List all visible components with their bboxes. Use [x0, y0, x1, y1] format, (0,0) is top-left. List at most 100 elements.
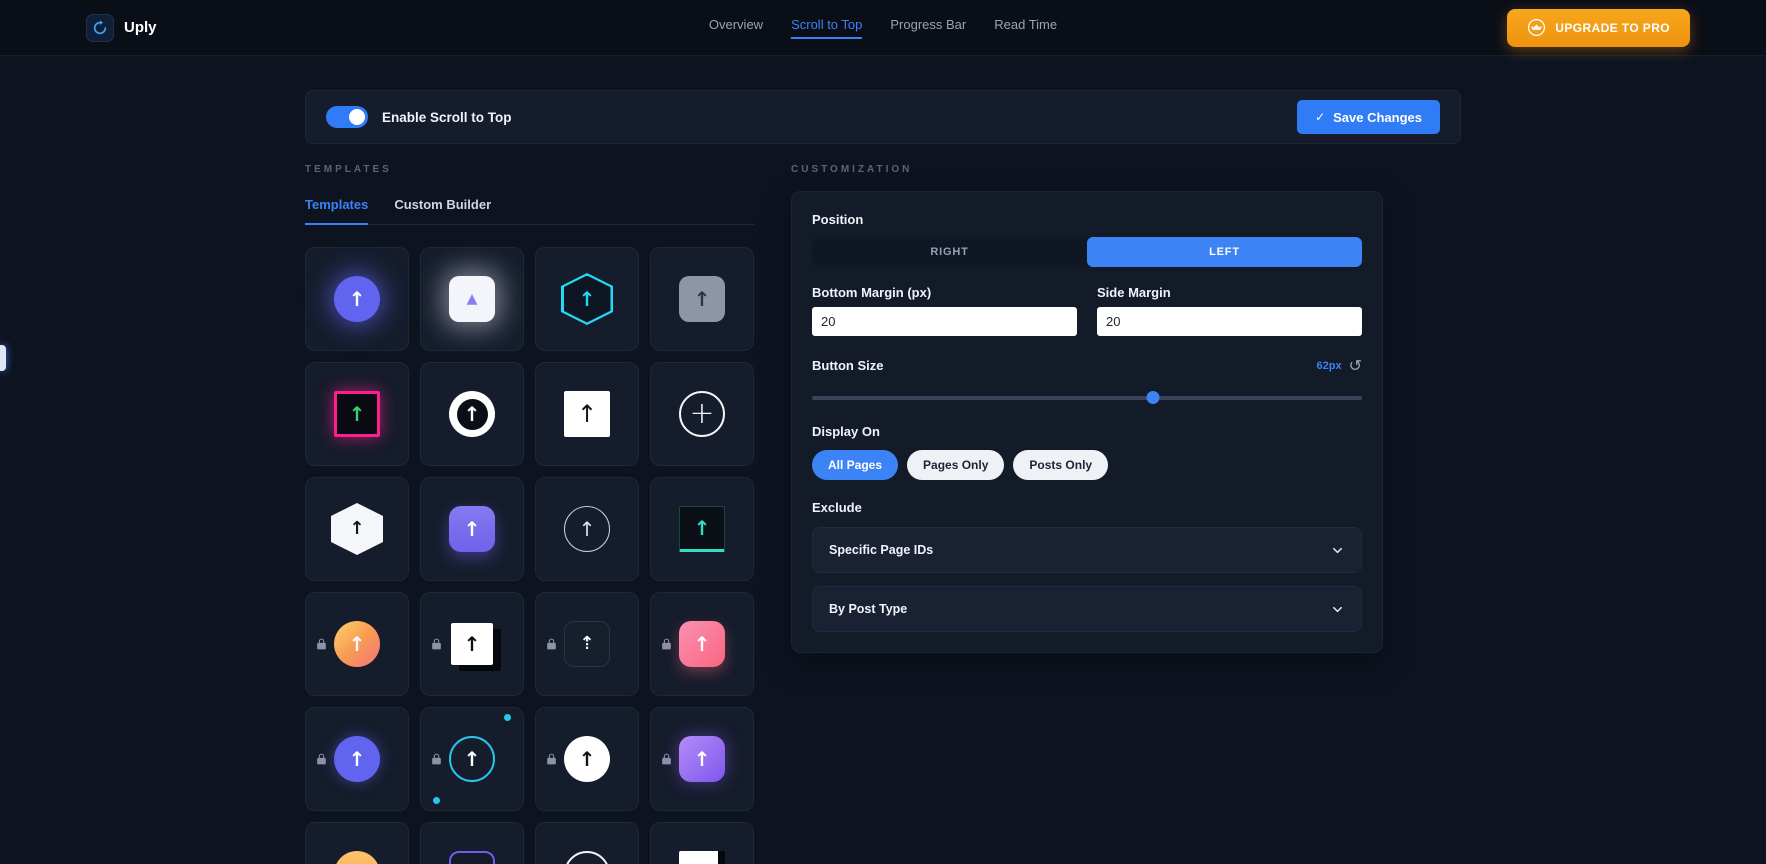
template-tile-square-purple[interactable]: ↑ [420, 477, 524, 581]
template-tile-circle-orange[interactable]: ↑ [305, 822, 409, 864]
display-on-label: Display On [812, 424, 880, 439]
display-on-pills: All Pages Pages Only Posts Only [812, 450, 1362, 480]
template-tile-square-dark-teal[interactable]: ↑ [650, 477, 754, 581]
templates-section-label: TEMPLATES [305, 164, 392, 175]
template-tile-circle-indigo-glow[interactable]: ↑ [305, 247, 409, 351]
save-label: Save Changes [1333, 109, 1422, 125]
up-arrow-icon: ↑ [693, 747, 711, 771]
circle-outline-thin-preview: ↑ [564, 506, 610, 552]
button-size-label: Button Size [812, 358, 884, 373]
template-tile-square-white-bar[interactable]: ↑ [650, 822, 754, 864]
circle-indigo-preview: ↑ [334, 736, 380, 782]
reset-size-icon[interactable]: ↺ [1349, 356, 1362, 375]
square-white-shadow-preview: ↑ [451, 623, 493, 665]
lock-icon [547, 638, 556, 650]
circle-indigo-glow-preview: ↑ [334, 276, 380, 322]
chevron-down-icon [1333, 606, 1342, 612]
square-pink-gradient-preview: ↑ [679, 621, 725, 667]
slider-track [812, 396, 1362, 400]
exclude-specific-page-ids-accordion[interactable]: Specific Page IDs [812, 527, 1362, 573]
square-white-bar-preview: ↑ [679, 851, 725, 864]
up-arrow-icon: ↑ [463, 747, 481, 771]
template-tile-square-violet-gradient[interactable]: ↑ [650, 707, 754, 811]
template-tile-square-white-thin[interactable]: ↑ [535, 362, 639, 466]
nav-progress-bar[interactable]: Progress Bar [890, 17, 966, 39]
template-tabs: Templates Custom Builder [305, 197, 754, 225]
square-outline-purple-preview: ↑ [449, 851, 495, 864]
up-arrow-icon: ↑ [463, 632, 481, 656]
templates-grid: ↑ ▲ ↑ ↑ ↑ ↑ ↑ + ↑ ↑ ↑ ↑ ↑ ↑ ⇡ ↑ ↑ ↑ ↑ ↑ ↑ ↑ ↑ ↑ [305, 247, 754, 864]
up-arrow-icon: ↑ [693, 632, 711, 656]
main-content: Enable Scroll to Top ✓ Save Changes TEMP… [305, 90, 1461, 864]
square-neon-magenta-preview: ↑ [334, 391, 380, 437]
up-arrow-icon: ↑ [463, 402, 481, 426]
display-all-pages-button[interactable]: All Pages [812, 450, 899, 480]
exclude-item-label: By Post Type [829, 602, 908, 616]
up-arrow-icon: ↑ [693, 287, 711, 311]
customization-section: CUSTOMIZATION Position RIGHT LEFT Bottom … [791, 154, 1383, 864]
up-arrow-icon: ↑ [348, 402, 366, 426]
hex-white-preview: ↑ [331, 503, 383, 555]
nav-scroll-to-top[interactable]: Scroll to Top [791, 17, 863, 39]
template-tile-circle-sunset[interactable]: ↑ [305, 592, 409, 696]
template-tile-square-gray[interactable]: ↑ [650, 247, 754, 351]
save-changes-button[interactable]: ✓ Save Changes [1297, 100, 1440, 134]
square-white-thin-preview: ↑ [564, 391, 610, 437]
hex-cyan-outline-preview: ↑ [561, 273, 613, 325]
up-arrow-icon: ↑ [463, 517, 481, 541]
toggle-knob [349, 109, 365, 125]
lock-icon [432, 753, 441, 765]
collapsed-panel-handle[interactable] [0, 345, 6, 371]
lock-icon [662, 753, 671, 765]
template-tile-hex-white[interactable]: ↑ [305, 477, 409, 581]
template-tile-circle-indigo[interactable]: ↑ [305, 707, 409, 811]
side-margin-label: Side Margin [1097, 285, 1171, 300]
position-left-button[interactable]: LEFT [1087, 237, 1362, 267]
up-arrow-icon: ↑ [349, 518, 365, 539]
enable-bar: Enable Scroll to Top ✓ Save Changes [305, 90, 1461, 144]
template-tile-circle-cyan-dots[interactable]: ↑ [420, 707, 524, 811]
nav-overview[interactable]: Overview [709, 17, 763, 39]
button-size-slider[interactable] [812, 391, 1362, 404]
upgrade-to-pro-button[interactable]: UPGRADE TO PRO [1507, 8, 1690, 47]
square-violet-gradient-preview: ↑ [679, 736, 725, 782]
square-dark-dotted-preview: ⇡ [564, 621, 610, 667]
display-pages-only-button[interactable]: Pages Only [907, 450, 1005, 480]
template-tile-circle-outline-white2[interactable]: ↑ [535, 822, 639, 864]
slider-thumb[interactable] [1146, 391, 1160, 404]
template-tile-square-outline-purple[interactable]: ↑ [420, 822, 524, 864]
template-tile-circle-white[interactable]: ↑ [535, 707, 639, 811]
lock-icon [317, 753, 326, 765]
tab-templates[interactable]: Templates [305, 197, 369, 225]
side-margin-input[interactable] [1097, 307, 1362, 336]
template-tile-circle-outline-thin[interactable]: ↑ [535, 477, 639, 581]
template-tile-square-white-triangle[interactable]: ▲ [420, 247, 524, 351]
circle-white-black-preview: ↑ [449, 391, 495, 437]
bottom-margin-input[interactable] [812, 307, 1077, 336]
header-nav: Overview Scroll to Top Progress Bar Read Ti… [709, 17, 1057, 39]
template-tile-hex-cyan-outline[interactable]: ↑ [535, 247, 639, 351]
template-tile-circle-outline-plus[interactable]: + [650, 362, 754, 466]
circle-orange-preview: ↑ [334, 851, 380, 864]
up-arrow-icon: ⇡ [579, 633, 595, 654]
position-right-button[interactable]: RIGHT [812, 237, 1087, 267]
exclude-accordions: Specific Page IDs By Post Type [812, 527, 1362, 632]
template-tile-square-white-shadow[interactable]: ↑ [420, 592, 524, 696]
template-tile-square-neon-magenta[interactable]: ↑ [305, 362, 409, 466]
up-arrow-icon: ↑ [348, 287, 366, 311]
display-posts-only-button[interactable]: Posts Only [1013, 450, 1109, 480]
circle-sunset-preview: ↑ [334, 621, 380, 667]
template-tile-square-pink-gradient[interactable]: ↑ [650, 592, 754, 696]
up-arrow-icon: ↑ [578, 747, 596, 771]
position-label: Position [812, 212, 864, 227]
template-tile-circle-white-black[interactable]: ↑ [420, 362, 524, 466]
template-tile-square-dark-dotted[interactable]: ⇡ [535, 592, 639, 696]
exclude-by-post-type-accordion[interactable]: By Post Type [812, 586, 1362, 632]
lock-icon [662, 638, 671, 650]
enable-scroll-toggle[interactable] [326, 106, 368, 128]
tab-custom-builder[interactable]: Custom Builder [394, 197, 491, 225]
brand-name: Uply [124, 19, 157, 36]
nav-read-time[interactable]: Read Time [994, 17, 1057, 39]
lock-icon [317, 638, 326, 650]
circle-outline-plus-preview: + [679, 391, 725, 437]
